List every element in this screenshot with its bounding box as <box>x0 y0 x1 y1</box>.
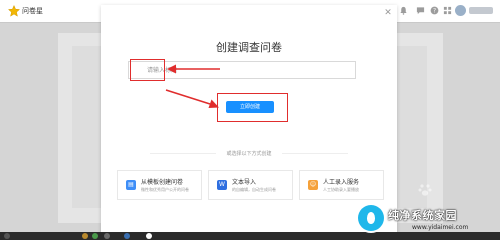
dialog-title: 创建调查问卷 <box>216 41 282 54</box>
bell-icon[interactable] <box>399 6 408 15</box>
app-icon[interactable] <box>124 233 130 239</box>
option-card-template[interactable]: ▤ 从模板创建问卷 微性和优秀用户公开的问卷 <box>117 170 202 200</box>
option-card-manual-service[interactable]: ☺ 人工录入服务 人工协助录入要播放 <box>299 170 384 200</box>
folder-app-icon[interactable] <box>82 233 88 239</box>
option-desc: 人工协助录入要播放 <box>323 187 359 192</box>
watermark-logo-icon <box>358 205 384 231</box>
watermark-url: www.yidaimei.com <box>412 224 469 231</box>
help-icon[interactable]: ? <box>430 6 439 15</box>
brand-name[interactable]: 问卷星 <box>22 6 43 16</box>
start-icon[interactable] <box>4 233 10 239</box>
option-desc: 的自编辑，自动生成问卷 <box>232 187 276 192</box>
highlight-box-input <box>130 59 165 81</box>
manual-service-icon: ☺ <box>308 180 318 190</box>
other-methods-label: 或选择以下方式创建 <box>101 150 397 157</box>
paw-icon <box>418 184 432 196</box>
user-avatar[interactable] <box>455 5 466 16</box>
svg-text:?: ? <box>433 9 436 15</box>
message-icon[interactable] <box>416 6 425 15</box>
grid-icon[interactable] <box>443 6 452 15</box>
option-title: 文本导入 <box>232 179 257 186</box>
os-taskbar <box>0 232 500 240</box>
option-title: 从模板创建问卷 <box>141 179 184 186</box>
text-import-icon: W <box>217 180 227 190</box>
watermark-title: 纯净系统家园 <box>388 209 457 222</box>
star-logo-icon[interactable] <box>8 5 20 17</box>
option-title: 人工录入服务 <box>323 179 360 186</box>
template-icon: ▤ <box>126 180 136 190</box>
browser-app-icon[interactable] <box>92 233 98 239</box>
arrow-to-input-icon <box>167 64 220 74</box>
user-name-blurred[interactable] <box>469 7 493 14</box>
option-desc: 微性和优秀用户公开的问卷 <box>141 187 189 192</box>
chrome-app-icon[interactable] <box>104 233 110 239</box>
app-icon[interactable] <box>146 233 152 239</box>
option-card-text-import[interactable]: W 文本导入 的自编辑，自动生成问卷 <box>208 170 293 200</box>
close-icon[interactable]: ✕ <box>383 8 393 18</box>
arrow-to-button-icon <box>165 89 219 108</box>
create-now-button[interactable]: 立即创建 <box>226 101 274 113</box>
